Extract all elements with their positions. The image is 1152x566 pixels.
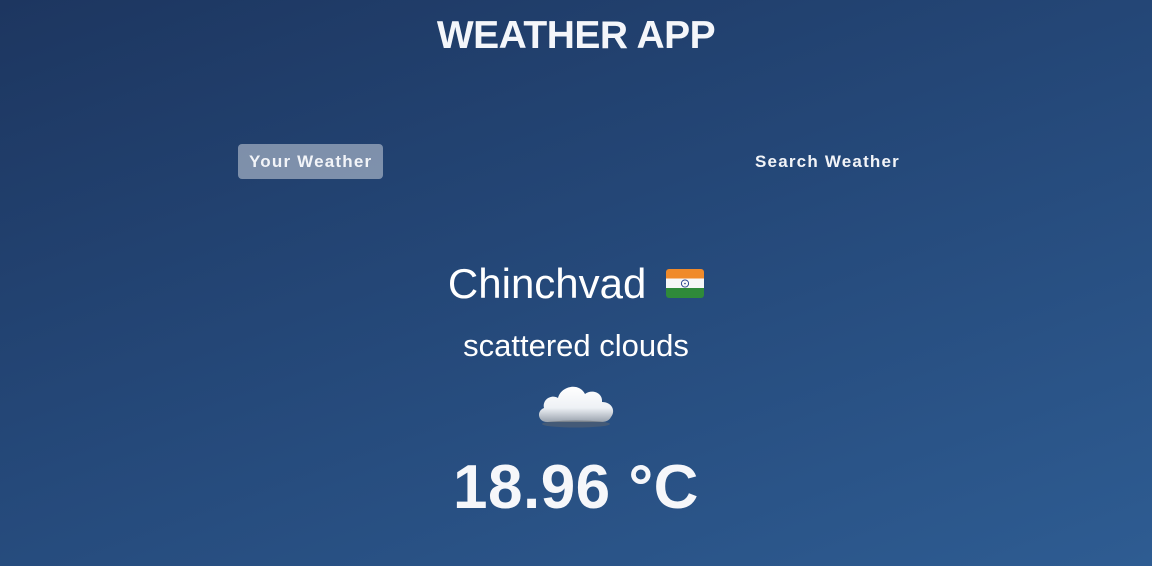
location-row: Chinchvad: [0, 256, 1152, 312]
app-title: WEATHER APP: [436, 14, 716, 57]
tab-your-weather[interactable]: Your Weather: [238, 144, 384, 179]
india-flag-icon: [666, 269, 705, 299]
cloud-icon: [538, 386, 614, 428]
tab-bar: Your Weather Search Weather: [0, 144, 1152, 180]
weather-card: Chinchvad scattered clouds 18.96 °C: [0, 256, 1152, 523]
temperature-value: 18.96 °C: [453, 453, 699, 522]
weather-description: scattered clouds: [463, 328, 689, 363]
city-name: Chinchvad: [447, 260, 647, 307]
tab-search-weather[interactable]: Search Weather: [744, 144, 911, 179]
